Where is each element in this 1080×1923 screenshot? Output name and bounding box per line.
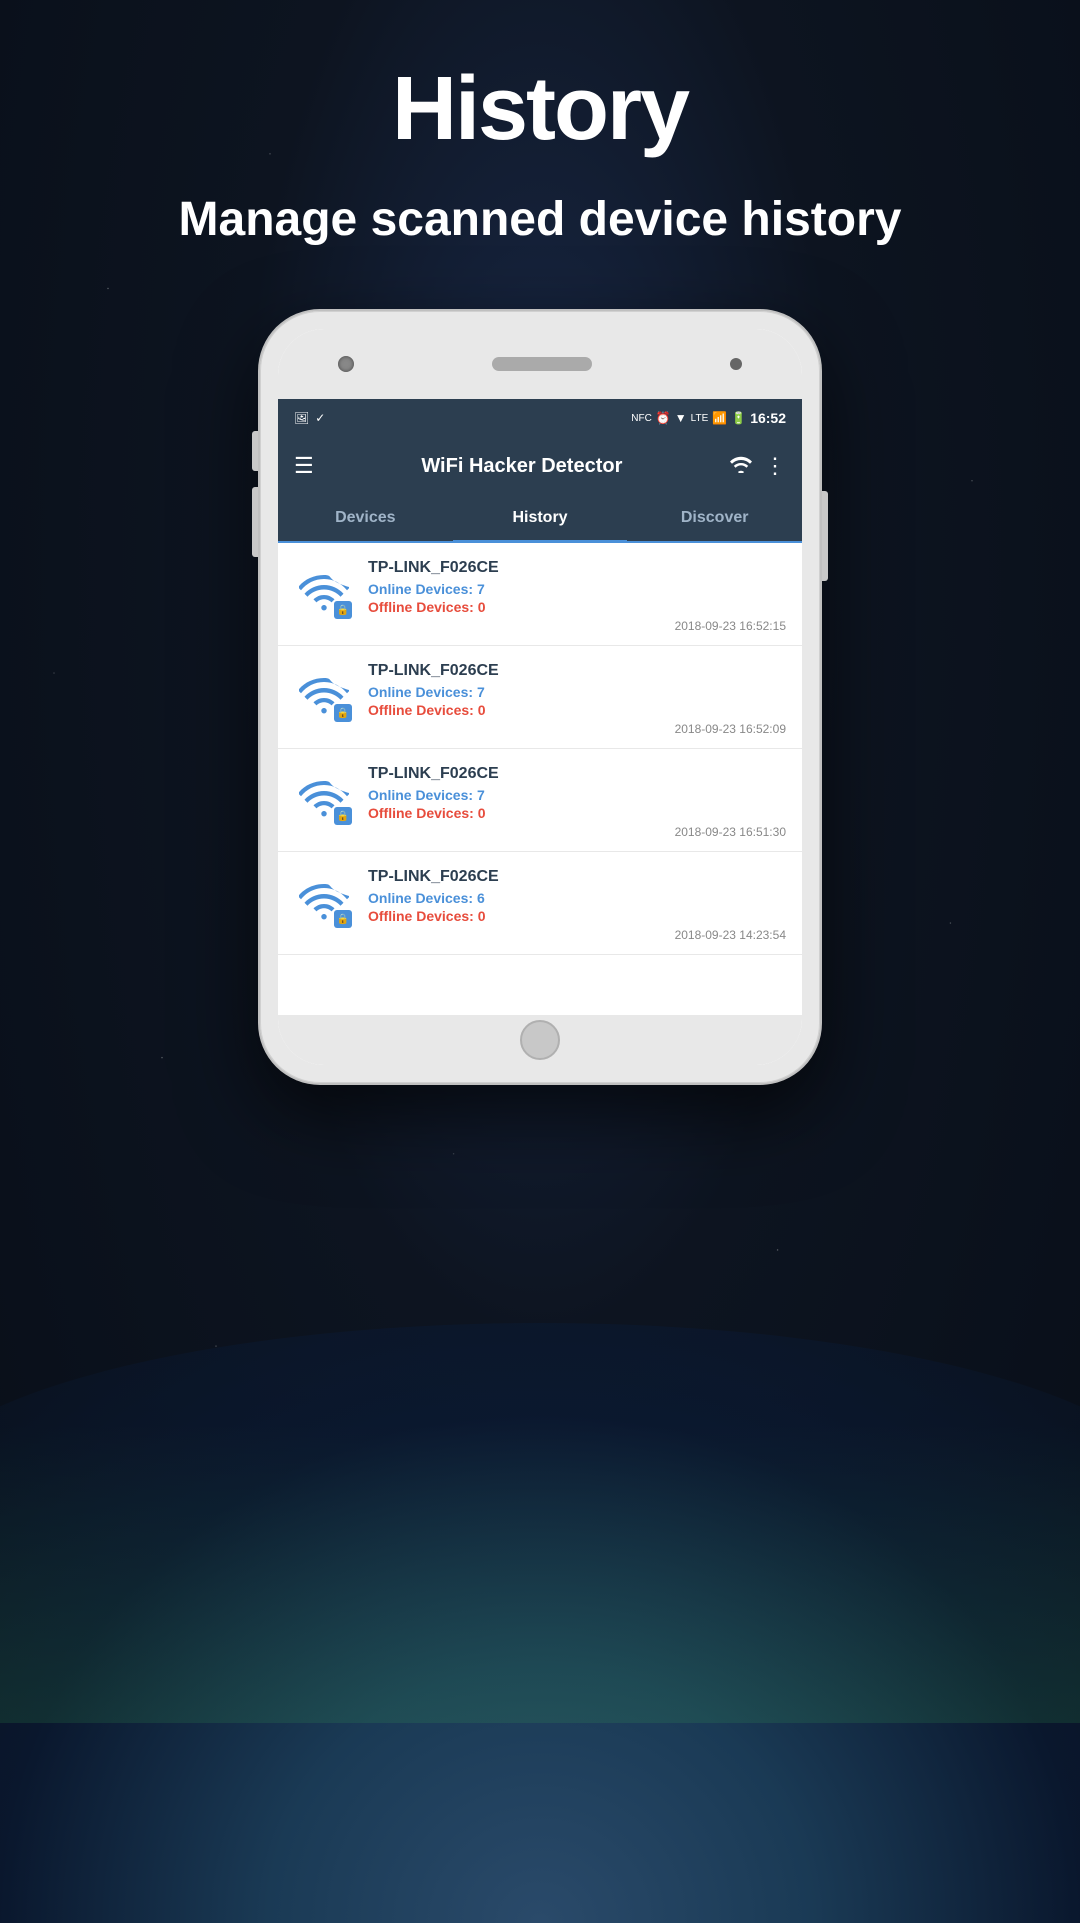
phone-screen-frame: 🖼 ✓ NFC ⏰ ▼ LTE 📶 🔋 16:52 ☰ — [278, 329, 802, 1065]
online-count: Online Devices: 7 — [368, 787, 786, 803]
history-item-content: TP-LINK_F026CE Online Devices: 6 Offline… — [368, 868, 786, 942]
speaker-grille — [492, 357, 592, 371]
wifi-network-icon: 🔒 — [294, 868, 354, 928]
history-item-content: TP-LINK_F026CE Online Devices: 7 Offline… — [368, 662, 786, 736]
page-title: History — [0, 60, 1080, 159]
network-name: TP-LINK_F026CE — [368, 868, 786, 886]
scan-timestamp: 2018-09-23 16:52:15 — [368, 619, 786, 633]
volume-up-button[interactable] — [252, 431, 258, 471]
volume-down-button[interactable] — [252, 487, 258, 557]
wifi-status-icon: ▼ — [675, 411, 687, 425]
phone-bottom-bezel — [278, 1015, 802, 1065]
lock-icon: 🔒 — [334, 601, 352, 619]
history-item[interactable]: 🔒 TP-LINK_F026CE Online Devices: 6 Offli… — [278, 852, 802, 955]
lte-icon: LTE — [691, 413, 709, 424]
power-button[interactable] — [822, 491, 828, 581]
network-name: TP-LINK_F026CE — [368, 662, 786, 680]
history-list: 🔒 TP-LINK_F026CE Online Devices: 7 Offli… — [278, 543, 802, 955]
nfc-icon: NFC — [631, 413, 652, 424]
wifi-icon[interactable] — [730, 455, 752, 478]
menu-icon[interactable]: ☰ — [294, 453, 314, 479]
online-count: Online Devices: 6 — [368, 890, 786, 906]
battery-icon: 🔋 — [731, 411, 746, 425]
scan-timestamp: 2018-09-23 16:52:09 — [368, 722, 786, 736]
network-name: TP-LINK_F026CE — [368, 559, 786, 577]
phone-outer-frame: 🖼 ✓ NFC ⏰ ▼ LTE 📶 🔋 16:52 ☰ — [260, 311, 820, 1083]
offline-count: Offline Devices: 0 — [368, 908, 786, 924]
lock-icon: 🔒 — [334, 704, 352, 722]
offline-count: Offline Devices: 0 — [368, 805, 786, 821]
online-count: Online Devices: 7 — [368, 581, 786, 597]
offline-count: Offline Devices: 0 — [368, 702, 786, 718]
offline-count: Offline Devices: 0 — [368, 599, 786, 615]
front-camera — [338, 356, 354, 372]
earth-glow — [0, 1423, 1080, 1723]
history-item[interactable]: 🔒 TP-LINK_F026CE Online Devices: 7 Offli… — [278, 646, 802, 749]
phone-screen: 🖼 ✓ NFC ⏰ ▼ LTE 📶 🔋 16:52 ☰ — [278, 399, 802, 1015]
status-icons-right: NFC ⏰ ▼ LTE 📶 🔋 16:52 — [631, 410, 786, 426]
page-subtitle: Manage scanned device history — [0, 189, 1080, 251]
more-options-icon[interactable]: ⋮ — [764, 453, 786, 479]
phone-left-buttons — [252, 431, 258, 557]
tab-discover[interactable]: Discover — [627, 495, 802, 541]
alarm-icon: ⏰ — [656, 411, 671, 425]
scan-timestamp: 2018-09-23 16:51:30 — [368, 825, 786, 839]
app-bar: ☰ WiFi Hacker Detector ⋮ — [278, 437, 802, 495]
tab-devices[interactable]: Devices — [278, 495, 453, 541]
signal-icon: 📶 — [712, 411, 727, 425]
status-bar: 🖼 ✓ NFC ⏰ ▼ LTE 📶 🔋 16:52 — [278, 399, 802, 437]
status-icons-left: 🖼 ✓ — [294, 411, 325, 425]
home-button[interactable] — [520, 1020, 560, 1060]
phone-top-bezel — [278, 329, 802, 399]
wifi-network-icon: 🔒 — [294, 559, 354, 619]
notification-icon-check: ✓ — [315, 411, 325, 425]
lock-icon: 🔒 — [334, 807, 352, 825]
history-item-content: TP-LINK_F026CE Online Devices: 7 Offline… — [368, 559, 786, 633]
online-count: Online Devices: 7 — [368, 684, 786, 700]
phone-right-buttons — [822, 491, 828, 581]
notification-icon-image: 🖼 — [294, 411, 309, 425]
proximity-sensor — [730, 358, 742, 370]
lock-icon: 🔒 — [334, 910, 352, 928]
status-time: 16:52 — [750, 410, 786, 426]
tab-bar: Devices History Discover — [278, 495, 802, 543]
history-item[interactable]: 🔒 TP-LINK_F026CE Online Devices: 7 Offli… — [278, 749, 802, 852]
network-name: TP-LINK_F026CE — [368, 765, 786, 783]
history-item-content: TP-LINK_F026CE Online Devices: 7 Offline… — [368, 765, 786, 839]
wifi-network-icon: 🔒 — [294, 765, 354, 825]
scan-timestamp: 2018-09-23 14:23:54 — [368, 928, 786, 942]
page-header: History Manage scanned device history — [0, 0, 1080, 251]
wifi-network-icon: 🔒 — [294, 662, 354, 722]
history-item[interactable]: 🔒 TP-LINK_F026CE Online Devices: 7 Offli… — [278, 543, 802, 646]
app-title: WiFi Hacker Detector — [326, 455, 718, 478]
phone-mockup: 🖼 ✓ NFC ⏰ ▼ LTE 📶 🔋 16:52 ☰ — [0, 311, 1080, 1083]
screen-bottom-space — [278, 955, 802, 1015]
tab-history[interactable]: History — [453, 495, 628, 541]
